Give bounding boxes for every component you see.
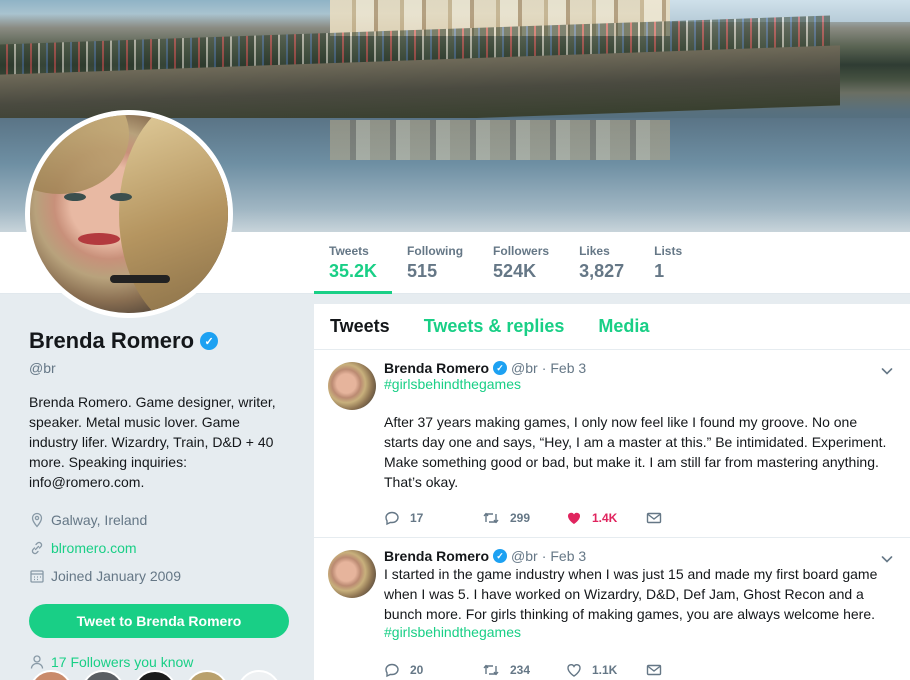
tab-tweets-and-replies[interactable]: Tweets & replies	[424, 316, 565, 337]
verified-badge-icon: ✓	[493, 549, 508, 563]
retweet-button[interactable]: 234	[482, 662, 562, 678]
envelope-icon	[646, 512, 662, 524]
tweet-author-handle[interactable]: @br	[511, 360, 538, 376]
verified-badge-icon: ✓	[200, 332, 219, 350]
chevron-down-icon[interactable]	[878, 550, 896, 568]
direct-message-button[interactable]	[646, 662, 726, 678]
chevron-down-icon[interactable]	[878, 362, 896, 380]
follower-avatar[interactable]	[81, 670, 125, 680]
tweet-avatar[interactable]	[328, 362, 376, 410]
stat-label: Followers	[493, 244, 550, 258]
retweet-count: 234	[510, 663, 531, 677]
follower-avatar[interactable]	[237, 670, 281, 680]
profile-meta: Galway, Ireland blromero.com Joined Janu…	[29, 506, 299, 590]
profile-location: Galway, Ireland	[29, 506, 299, 534]
website-link[interactable]: blromero.com	[51, 540, 137, 556]
tweet-text: After 37 years making games, I only now …	[384, 414, 887, 490]
stat-likes[interactable]: Likes 3,827	[564, 232, 639, 294]
retweet-count: 299	[510, 511, 531, 525]
stat-followers[interactable]: Followers 524K	[478, 232, 564, 294]
person-icon	[29, 654, 45, 670]
followers-you-know[interactable]: 17 Followers you know	[29, 654, 299, 670]
tweet-author-name[interactable]: Brenda Romero	[384, 548, 489, 564]
joined-text: Joined January 2009	[51, 568, 181, 584]
stat-value: 3,827	[579, 261, 625, 281]
banner-reflection	[330, 120, 670, 160]
tweet-actions: 17 299 1.4K	[384, 500, 894, 536]
verified-badge-icon: ✓	[493, 361, 508, 375]
tweet-text: I started in the game industry when I wa…	[384, 566, 878, 622]
separator-dot: ·	[541, 548, 547, 564]
like-count: 1.1K	[592, 663, 618, 677]
reply-icon	[385, 663, 399, 678]
tweet[interactable]: Brenda Romero ✓ @br · Feb 3 I started in…	[314, 538, 910, 680]
profile-handle[interactable]: @br	[29, 360, 299, 376]
reply-count: 20	[410, 663, 424, 677]
stat-value: 524K	[493, 261, 537, 281]
timeline-tabs: Tweets Tweets & replies Media	[314, 304, 910, 350]
stat-label: Lists	[654, 244, 683, 258]
avatar-photo	[30, 115, 228, 313]
followers-you-know-avatars	[29, 670, 289, 680]
like-button[interactable]: 1.1K	[566, 662, 646, 678]
tweet-author-handle[interactable]: @br	[511, 548, 538, 564]
reply-button[interactable]: 20	[384, 662, 464, 678]
separator-dot: ·	[541, 360, 547, 376]
stat-following[interactable]: Following 515	[392, 232, 478, 294]
tweet-header: Brenda Romero ✓ @br · Feb 3	[384, 548, 894, 564]
direct-message-button[interactable]	[646, 510, 726, 526]
profile-sidebar: Brenda Romero ✓ @br Brenda Romero. Game …	[29, 328, 299, 680]
tweet-header: Brenda Romero ✓ @br · Feb 3	[384, 360, 894, 376]
link-icon	[29, 540, 45, 556]
stat-label: Following	[407, 244, 464, 258]
profile-bio: Brenda Romero. Game designer, writer, sp…	[29, 394, 276, 490]
follower-avatar[interactable]	[185, 670, 229, 680]
tweet[interactable]: Brenda Romero ✓ @br · Feb 3 #girlsbehind…	[314, 350, 910, 538]
followers-you-know-text: 17 Followers you know	[51, 654, 194, 670]
calendar-icon	[29, 568, 45, 584]
tweet-author-name[interactable]: Brenda Romero	[384, 360, 489, 376]
stat-tweets[interactable]: Tweets 35.2K	[314, 232, 393, 294]
profile-stats: Tweets 35.2K Following 515 Followers 524…	[314, 232, 697, 294]
profile-avatar[interactable]	[25, 110, 233, 318]
timeline: Tweets Tweets & replies Media Brenda Rom…	[314, 304, 910, 680]
tweet-actions: 20 234 1.1K	[384, 652, 894, 680]
profile-name[interactable]: Brenda Romero	[29, 328, 194, 354]
tweet-avatar[interactable]	[328, 550, 376, 598]
location-text: Galway, Ireland	[51, 512, 148, 528]
stat-value: 35.2K	[329, 261, 378, 281]
reply-count: 17	[410, 511, 424, 525]
tweet-date[interactable]: Feb 3	[550, 548, 586, 564]
like-count: 1.4K	[592, 511, 618, 525]
tab-media[interactable]: Media	[598, 316, 649, 337]
stat-lists[interactable]: Lists 1	[639, 232, 697, 294]
envelope-icon	[646, 664, 662, 676]
reply-button[interactable]: 17	[384, 510, 464, 526]
reply-icon	[385, 511, 399, 526]
stat-label: Tweets	[329, 244, 369, 258]
tweet-hashtag[interactable]: #girlsbehindthegames	[384, 376, 894, 392]
follower-avatar[interactable]	[29, 670, 73, 680]
retweet-button[interactable]: 299	[482, 510, 562, 526]
like-button[interactable]: 1.4K	[566, 510, 646, 526]
tweet-to-button[interactable]: Tweet to Brenda Romero	[29, 604, 289, 638]
profile-joined: Joined January 2009	[29, 562, 299, 590]
stat-value: 515	[407, 261, 438, 281]
heart-icon	[567, 664, 581, 677]
location-pin-icon	[29, 512, 45, 528]
tweet-hashtag[interactable]: #girlsbehindthegames	[384, 624, 894, 640]
tweet-date[interactable]: Feb 3	[550, 360, 586, 376]
profile-website: blromero.com	[29, 534, 299, 562]
tab-tweets[interactable]: Tweets	[330, 316, 390, 337]
stat-value: 1	[654, 261, 665, 281]
heart-filled-icon	[567, 512, 581, 524]
follower-avatar[interactable]	[133, 670, 177, 680]
retweet-icon	[483, 664, 499, 676]
stat-label: Likes	[579, 244, 610, 258]
profile-name-row: Brenda Romero ✓	[29, 328, 299, 354]
retweet-icon	[483, 512, 499, 524]
